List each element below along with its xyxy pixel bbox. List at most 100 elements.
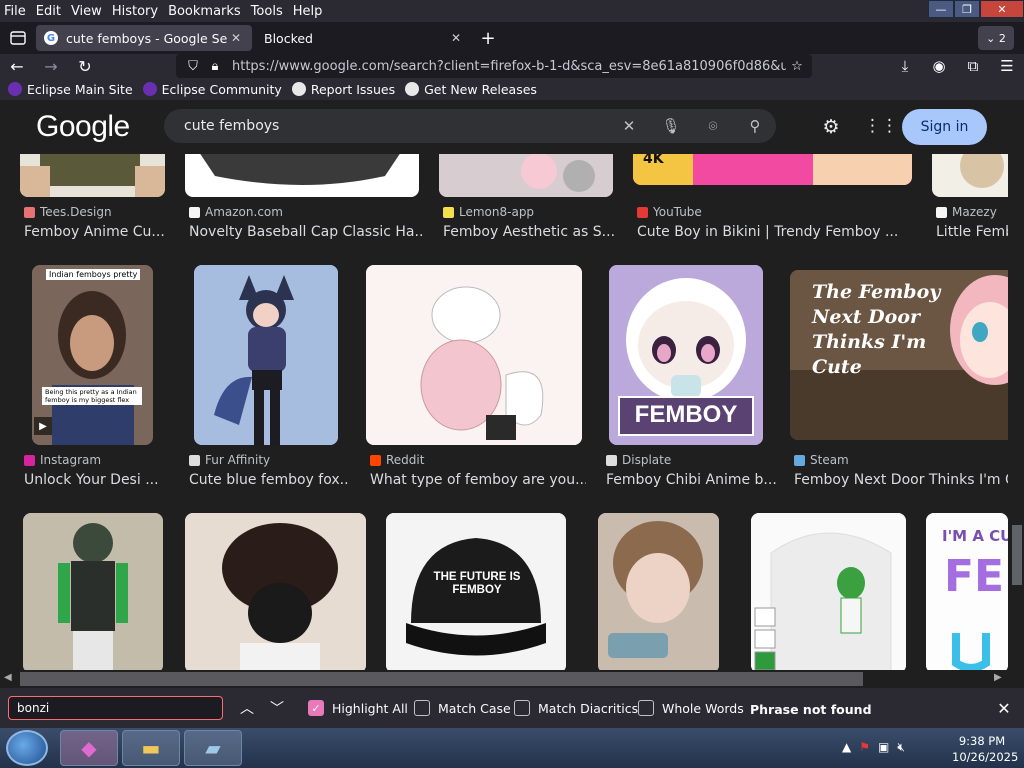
result-source: Displate — [606, 453, 671, 467]
menu-view[interactable]: View — [67, 4, 106, 19]
clock-time: 9:38 PM — [958, 734, 1006, 748]
result-thumb[interactable]: FEMBOY — [609, 265, 763, 445]
close-window-button[interactable]: ✕ — [980, 0, 1024, 18]
list-all-tabs-button[interactable]: ⌄ 2 — [978, 26, 1014, 50]
result-thumb[interactable] — [598, 513, 719, 670]
lock-icon[interactable]: 🔒︎ — [204, 59, 226, 74]
result-title[interactable]: Cute blue femboy fox... — [189, 472, 349, 488]
menu-bookmarks[interactable]: Bookmarks — [164, 4, 245, 19]
network-icon[interactable]: ▣ — [878, 740, 889, 755]
whole-words-checkbox[interactable]: Whole Words — [638, 696, 744, 720]
result-title[interactable]: Little Femb — [936, 224, 1016, 240]
result-thumb[interactable] — [23, 513, 163, 670]
bookmark-report-issues[interactable]: Report Issues — [291, 81, 396, 97]
maximize-button[interactable]: ❐ — [954, 0, 980, 18]
result-source: Lemon8-app — [443, 205, 534, 219]
extensions-icon[interactable]: ⧉ — [956, 54, 990, 78]
result-thumb[interactable]: 4K — [633, 154, 912, 185]
bookmark-eclipse-main[interactable]: Eclipse Main Site — [8, 82, 133, 97]
forward-button[interactable]: → — [34, 54, 68, 78]
hamburger-menu-icon[interactable]: ☰ — [990, 54, 1024, 78]
find-input[interactable]: bonzi — [8, 696, 223, 720]
result-thumb[interactable] — [194, 265, 338, 445]
firefox-view-icon[interactable] — [0, 22, 36, 54]
tab-title: Blocked — [264, 30, 313, 46]
google-apps-icon[interactable]: ⋮⋮⋮ — [864, 116, 915, 138]
taskbar-app[interactable]: ▰ — [184, 730, 242, 766]
result-thumb[interactable] — [439, 154, 613, 197]
volume-muted-icon[interactable]: 🔇︎ — [897, 740, 905, 755]
result-thumb[interactable] — [751, 513, 906, 670]
close-find-bar-icon[interactable]: ✕ — [992, 696, 1016, 720]
result-title[interactable]: Femboy Aesthetic as S... — [443, 224, 617, 240]
vertical-scrollbar[interactable] — [1008, 100, 1024, 670]
google-logo[interactable]: Google — [36, 110, 130, 144]
result-thumb[interactable]: I'M A CUT FE — [926, 513, 1008, 670]
match-case-checkbox[interactable]: Match Case — [414, 696, 511, 720]
url-bar[interactable]: ⛉ 🔒︎ https://www.google.com/search?clien… — [176, 54, 812, 78]
downloads-icon[interactable]: ⤓ — [888, 54, 922, 78]
bookmark-eclipse-community[interactable]: Eclipse Community — [142, 82, 282, 97]
search-icon[interactable]: ⚲ — [734, 117, 776, 135]
url-text[interactable]: https://www.google.com/search?client=fir… — [232, 59, 786, 74]
result-title[interactable]: Femboy Chibi Anime b... — [606, 472, 776, 488]
checkbox-box — [638, 700, 654, 716]
tracking-protection-icon[interactable]: ⛉ — [182, 59, 204, 74]
bookmark-star-icon[interactable]: ☆ — [786, 59, 808, 74]
menu-edit[interactable]: Edit — [32, 4, 65, 19]
horizontal-scrollbar[interactable]: ◀ ▶ — [0, 670, 1024, 688]
taskbar-browser-app[interactable]: ◆ — [60, 730, 118, 766]
clear-icon[interactable]: ✕ — [608, 117, 650, 135]
result-title[interactable]: Femboy Next Door Thinks I'm Cu — [794, 472, 1008, 488]
start-button[interactable] — [6, 730, 48, 766]
highlight-all-checkbox[interactable]: ✓ Highlight All — [308, 696, 408, 720]
find-next-button[interactable]: ﹀ — [264, 696, 290, 720]
result-title[interactable]: Unlock Your Desi ... — [24, 472, 164, 488]
menu-history[interactable]: History — [108, 4, 162, 19]
horizontal-scroll-thumb[interactable] — [20, 672, 863, 686]
new-tab-button[interactable]: + — [476, 26, 500, 50]
result-thumb[interactable]: THE FUTURE IS FEMBOY — [386, 513, 566, 670]
minimize-button[interactable]: — — [928, 0, 954, 18]
find-previous-button[interactable]: ︿ — [234, 696, 260, 720]
result-thumb[interactable] — [185, 154, 419, 197]
result-thumb[interactable] — [20, 154, 165, 197]
result-source: Amazon.com — [189, 205, 283, 219]
menu-tools[interactable]: Tools — [247, 4, 287, 19]
account-icon[interactable]: ◉ — [922, 54, 956, 78]
lens-camera-icon[interactable]: ⌾ — [692, 117, 734, 135]
close-tab-icon[interactable]: ✕ — [448, 31, 464, 45]
result-thumb[interactable]: Indian femboys pretty Being this pretty … — [32, 265, 153, 445]
bookmark-label: Report Issues — [310, 81, 396, 97]
sign-in-button[interactable]: Sign in — [902, 109, 987, 145]
bookmark-get-new-releases[interactable]: Get New Releases — [405, 82, 537, 97]
match-diacritics-checkbox[interactable]: Match Diacritics — [514, 696, 638, 720]
scroll-left-icon[interactable]: ◀ — [4, 672, 12, 683]
action-center-flag-icon[interactable]: ⚑ — [859, 740, 870, 755]
tab-google-search[interactable]: G cute femboys - Google Search ✕ — [36, 25, 252, 51]
result-title[interactable]: What type of femboy are you... — [370, 472, 586, 488]
result-title[interactable]: Femboy Anime Cu... — [24, 224, 169, 240]
result-title[interactable]: Novelty Baseball Cap Classic Ha... — [189, 224, 423, 240]
result-thumb[interactable] — [366, 265, 582, 445]
scroll-right-icon[interactable]: ▶ — [994, 672, 1002, 683]
taskbar-clock[interactable]: 9:38 PM 10/26/2025 — [952, 733, 1018, 765]
taskbar-explorer-app[interactable]: ▬ — [122, 730, 180, 766]
back-button[interactable]: ← — [0, 54, 34, 78]
vertical-scroll-thumb[interactable] — [1012, 525, 1022, 585]
search-input[interactable]: cute femboys — [184, 118, 608, 134]
google-header: Google cute femboys ✕ 🎙︎ ⌾ ⚲ ⚙ ⋮⋮⋮ Sign … — [0, 100, 1016, 154]
search-box[interactable]: cute femboys ✕ 🎙︎ ⌾ ⚲ — [164, 109, 776, 143]
settings-gear-icon[interactable]: ⚙ — [818, 116, 844, 138]
show-hidden-icons-icon[interactable]: ▲ — [842, 740, 851, 755]
close-tab-icon[interactable]: ✕ — [228, 31, 244, 45]
microphone-icon[interactable]: 🎙︎ — [650, 117, 692, 135]
result-thumb[interactable] — [932, 154, 1016, 197]
tab-blocked[interactable]: Blocked ✕ — [256, 25, 472, 51]
result-title[interactable]: Cute Boy in Bikini | Trendy Femboy ... — [637, 224, 916, 240]
menu-help[interactable]: Help — [289, 4, 327, 19]
result-thumb[interactable]: The Femboy Next Door Thinks I'm Cute — [790, 270, 1016, 440]
result-thumb[interactable] — [185, 513, 366, 670]
reload-button[interactable]: ↻ — [68, 54, 102, 78]
menu-file[interactable]: File — [0, 4, 30, 19]
